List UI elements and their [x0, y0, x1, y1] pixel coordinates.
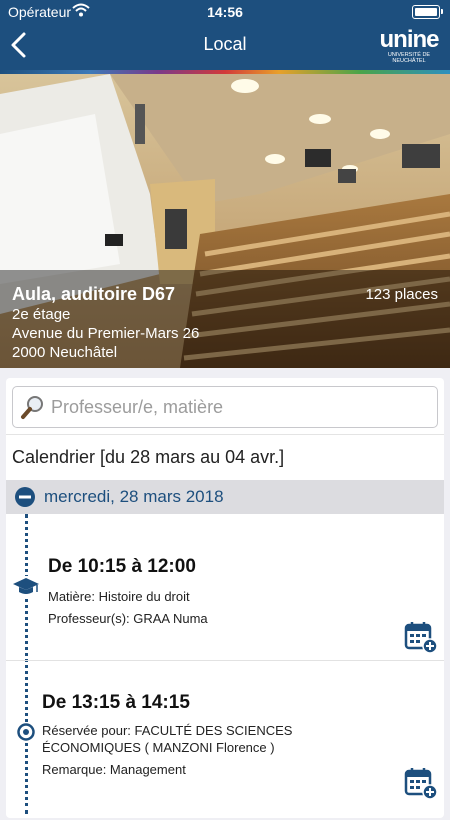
event-subject: Matière: Histoire du droit: [48, 589, 190, 604]
logo-wordmark: unine: [379, 26, 440, 53]
status-bar: Opérateur 14:56: [0, 0, 450, 22]
event-professor: Professeur(s): GRAA Numa: [48, 611, 208, 626]
graduation-cap-icon: [12, 576, 40, 596]
room-capacity: 123 places: [365, 286, 438, 303]
add-to-calendar-icon[interactable]: [404, 766, 438, 800]
logo-subtitle-2: NEUCHÂTEL: [392, 58, 426, 64]
event-item[interactable]: De 13:15 à 14:15 Réservée pour: FACULTÉ …: [6, 660, 444, 820]
battery-icon: [412, 5, 443, 19]
search-icon: [21, 396, 43, 419]
room-name: Aula, auditoire D67: [12, 284, 176, 304]
event-item[interactable]: De 10:15 à 12:00 Matière: Histoire du dr…: [6, 514, 444, 660]
status-time: 14:56: [207, 4, 243, 20]
event-reserved-for: Réservée pour: FACULTÉ DES SCIENCES: [42, 723, 293, 738]
event-time: De 10:15 à 12:00: [48, 556, 196, 577]
calendar-heading-row: Calendrier [du 28 mars au 04 avr.]: [6, 434, 444, 481]
event-remark: Remarque: Management: [42, 762, 186, 777]
room-street: Avenue du Premier-Mars 26: [12, 325, 200, 342]
event-time: De 13:15 à 14:15: [42, 692, 190, 713]
day-header[interactable]: mercredi, 28 mars 2018: [6, 480, 444, 514]
search-input[interactable]: [51, 395, 431, 419]
room-city: 2000 Neuchâtel: [12, 344, 118, 361]
calendar-heading: Calendrier [du 28 mars au 04 avr.]: [12, 447, 285, 467]
schedule-card: Calendrier [du 28 mars au 04 avr.] mercr…: [6, 378, 444, 818]
event-reserved-for-cont: ÉCONOMIQUES ( MANZONI Florence ): [42, 740, 275, 755]
add-to-calendar-icon[interactable]: [404, 620, 438, 654]
university-logo: unine UNIVERSITÉ DE NEUCHÂTEL: [378, 28, 440, 66]
target-icon: [17, 723, 35, 741]
collapse-minus-icon[interactable]: [14, 486, 36, 508]
search-box[interactable]: [12, 386, 438, 428]
day-label: mercredi, 28 mars 2018: [44, 487, 224, 506]
room-floor: 2e étage: [12, 306, 71, 323]
top-bar: Opérateur 14:56 Local unine UNIVERSITÉ D…: [0, 0, 450, 70]
